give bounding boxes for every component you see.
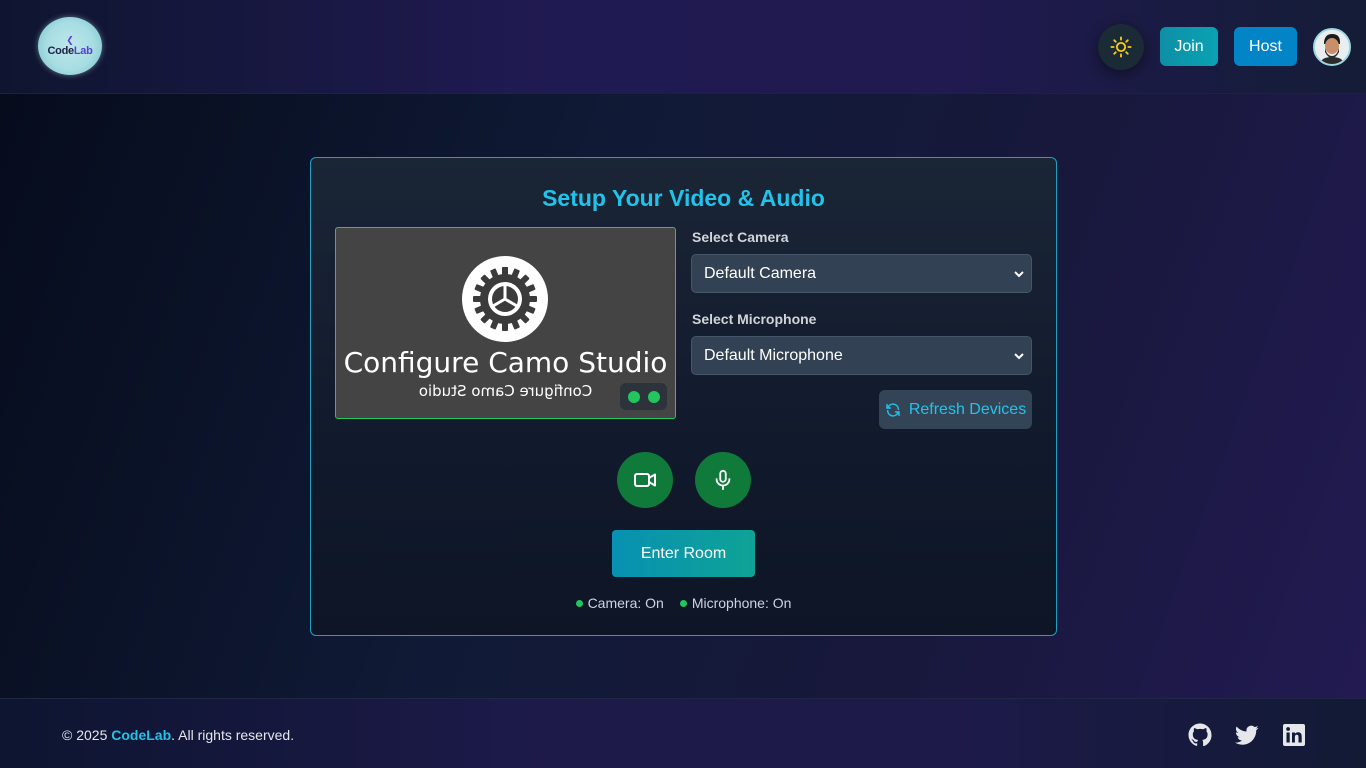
- join-button[interactable]: Join: [1160, 27, 1218, 66]
- camera-indicator-dot: [627, 390, 640, 403]
- camera-select[interactable]: Default Camera: [691, 254, 1032, 293]
- user-avatar[interactable]: [1313, 28, 1351, 66]
- enter-room-button[interactable]: Enter Room: [612, 530, 755, 577]
- mic-indicator-dot: [647, 390, 660, 403]
- linkedin-icon: [1283, 724, 1305, 746]
- logo-text: CodeLab: [47, 44, 93, 57]
- microphone-status-dot: [679, 599, 687, 607]
- footer: © 2025 CodeLab. All rights reserved.: [0, 698, 1366, 768]
- refresh-icon: [886, 402, 900, 417]
- copyright-text: © 2025 CodeLab. All rights reserved.: [62, 727, 295, 743]
- host-button[interactable]: Host: [1234, 27, 1297, 66]
- codelab-logo[interactable]: ❮ CodeLab: [38, 17, 102, 75]
- gear-icon: [462, 256, 548, 342]
- footer-brand-link[interactable]: CodeLab: [111, 727, 171, 743]
- logo-chevron-icon: ❮: [66, 34, 74, 45]
- camera-toggle-button[interactable]: [617, 452, 673, 508]
- theme-toggle-button[interactable]: [1098, 24, 1144, 70]
- camera-select-label: Select Camera: [692, 229, 789, 245]
- microphone-toggle-button[interactable]: [695, 452, 751, 508]
- twitter-link[interactable]: [1235, 723, 1259, 747]
- microphone-status: Microphone: On: [679, 595, 792, 611]
- microphone-select-label: Select Microphone: [692, 311, 817, 327]
- camera-status-text: Camera: On: [587, 595, 664, 611]
- github-icon: [1188, 723, 1212, 747]
- video-camera-icon: [634, 473, 656, 487]
- device-status-row: Camera: On Microphone: On: [311, 595, 1056, 611]
- sun-icon: [1110, 36, 1132, 58]
- chevron-down-icon: [1014, 353, 1024, 360]
- refresh-devices-label: Refresh Devices: [908, 400, 1027, 418]
- chevron-down-icon: [1014, 271, 1024, 278]
- setup-card: Setup Your Video & Audio Configure Camo …: [310, 157, 1057, 636]
- camera-status: Camera: On: [575, 595, 664, 611]
- setup-title: Setup Your Video & Audio: [542, 185, 825, 211]
- video-preview: Configure Camo Studio Configure Camo Stu…: [335, 227, 676, 419]
- camera-select-value: Default Camera: [704, 264, 817, 282]
- microphone-icon: [715, 469, 731, 491]
- avatar-icon: [1315, 30, 1349, 64]
- microphone-select[interactable]: Default Microphone: [691, 336, 1032, 375]
- camera-status-dot: [575, 599, 583, 607]
- microphone-status-text: Microphone: On: [691, 595, 792, 611]
- preview-overlay-title: Configure Camo Studio: [343, 346, 668, 379]
- github-link[interactable]: [1188, 723, 1212, 747]
- preview-status-indicators: [620, 383, 667, 410]
- twitter-icon: [1235, 725, 1259, 745]
- refresh-devices-button[interactable]: Refresh Devices: [879, 390, 1032, 429]
- top-navbar: ❮ CodeLab Join Host: [0, 0, 1366, 94]
- microphone-select-value: Default Microphone: [704, 346, 843, 364]
- linkedin-link[interactable]: [1282, 723, 1306, 747]
